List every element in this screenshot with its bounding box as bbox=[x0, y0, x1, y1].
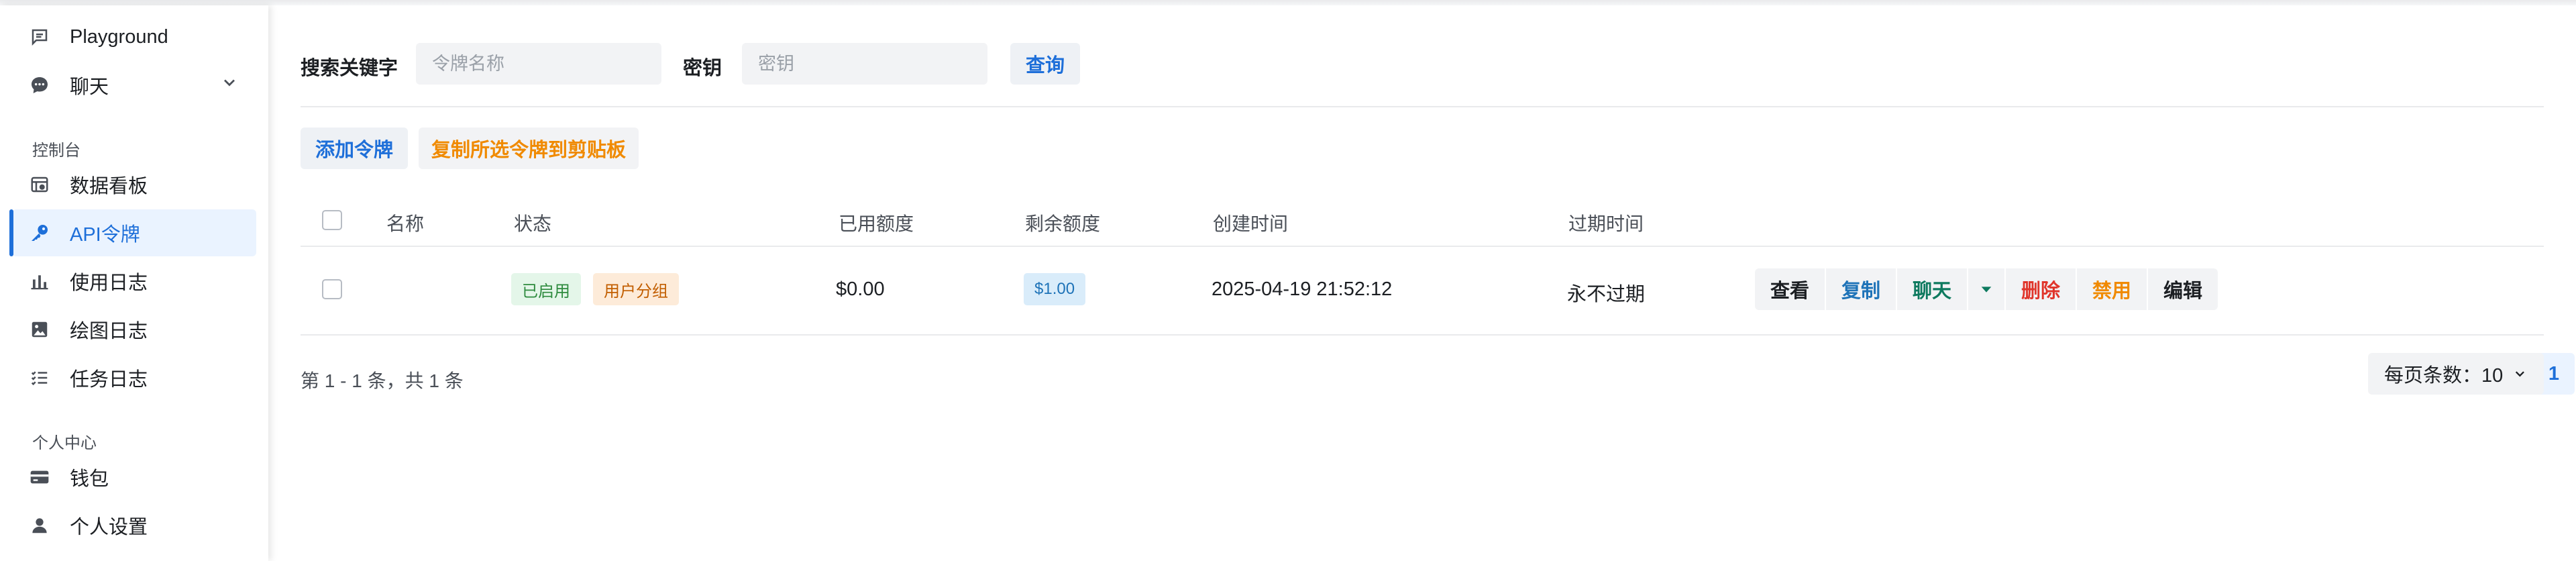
sidebar-item-settings[interactable]: 个人设置 bbox=[12, 502, 256, 549]
expire-time-value: 永不过期 bbox=[1567, 284, 1646, 305]
dashboard-icon bbox=[28, 173, 51, 196]
copy-button[interactable]: 复制 bbox=[1826, 268, 1896, 310]
task-list-icon bbox=[28, 366, 51, 389]
keyword-label: 搜索关键字 bbox=[301, 58, 398, 79]
page-size-select[interactable]: 每页条数：10 bbox=[2368, 353, 2544, 395]
sidebar-item-label: 任务日志 bbox=[70, 369, 148, 391]
group-badge: 用户分组 bbox=[593, 273, 679, 305]
key-icon bbox=[28, 221, 51, 244]
chevron-down-icon bbox=[2516, 371, 2525, 377]
top-shadow-bar bbox=[0, 0, 2576, 5]
sidebar: Playground 聊天 控制台 数据看板 API令牌 使用日志 绘图日志 任… bbox=[0, 5, 268, 561]
chat-bubble-icon bbox=[28, 74, 51, 97]
key-label: 密钥 bbox=[683, 58, 722, 79]
page-size-label: 每页条数：10 bbox=[2384, 365, 2504, 387]
sidebar-item-label: Playground bbox=[70, 26, 168, 48]
sidebar-item-label: 钱包 bbox=[70, 468, 109, 490]
column-header-used-quota: 已用额度 bbox=[839, 213, 914, 234]
chat-button[interactable]: 聊天 bbox=[1897, 268, 1967, 310]
divider bbox=[301, 106, 2544, 107]
used-quota-value: $0.00 bbox=[836, 278, 885, 300]
sidebar-item-label: 绘图日志 bbox=[70, 321, 148, 342]
chat-dropdown-button[interactable] bbox=[1968, 268, 2004, 310]
view-button[interactable]: 查看 bbox=[1755, 268, 1825, 310]
key-search-input[interactable] bbox=[742, 43, 987, 85]
row-checkbox[interactable] bbox=[322, 279, 342, 299]
sidebar-item-task-logs[interactable]: 任务日志 bbox=[12, 354, 256, 401]
sidebar-item-playground[interactable]: Playground bbox=[12, 13, 256, 60]
disable-button[interactable]: 禁用 bbox=[2077, 268, 2147, 310]
add-token-button[interactable]: 添加令牌 bbox=[301, 128, 408, 169]
chevron-down-icon[interactable] bbox=[220, 73, 239, 97]
section-title-console: 控制台 bbox=[32, 142, 80, 160]
created-time-value: 2025-04-19 21:52:12 bbox=[1212, 278, 1393, 300]
section-title-personal: 个人中心 bbox=[32, 434, 97, 452]
token-name-search-input[interactable] bbox=[416, 43, 661, 85]
user-icon bbox=[28, 514, 51, 537]
wallet-icon bbox=[28, 466, 51, 489]
column-header-name: 名称 bbox=[386, 213, 425, 234]
status-badge: 已启用 bbox=[511, 273, 581, 305]
column-header-remaining-quota: 剩余额度 bbox=[1025, 213, 1101, 234]
select-all-checkbox[interactable] bbox=[322, 210, 342, 230]
sidebar-item-dashboard[interactable]: 数据看板 bbox=[12, 161, 256, 208]
delete-button[interactable]: 删除 bbox=[2006, 268, 2076, 310]
image-icon bbox=[28, 318, 51, 341]
table-row-divider bbox=[301, 334, 2544, 336]
sidebar-item-label: API令牌 bbox=[70, 224, 140, 246]
caret-down-icon bbox=[1981, 287, 1992, 293]
bar-chart-icon bbox=[28, 270, 51, 293]
edit-button[interactable]: 编辑 bbox=[2148, 268, 2218, 310]
column-header-status: 状态 bbox=[514, 213, 552, 234]
sidebar-item-api-tokens[interactable]: API令牌 bbox=[9, 209, 256, 256]
sidebar-item-label: 个人设置 bbox=[70, 517, 148, 538]
message-square-icon bbox=[28, 26, 51, 48]
table-header-divider bbox=[301, 246, 2544, 247]
sidebar-item-wallet[interactable]: 钱包 bbox=[12, 454, 256, 501]
sidebar-item-drawing-logs[interactable]: 绘图日志 bbox=[12, 306, 256, 353]
column-header-expire-time: 过期时间 bbox=[1568, 213, 1644, 234]
query-button[interactable]: 查询 bbox=[1010, 43, 1080, 85]
remaining-quota-badge: $1.00 bbox=[1024, 273, 1086, 305]
sidebar-item-label: 聊天 bbox=[70, 76, 109, 98]
pagination-summary: 第 1 - 1 条，共 1 条 bbox=[301, 370, 464, 391]
main-content: 搜索关键字 密钥 查询 添加令牌 复制所选令牌到剪贴板 名称 状态 已用额度 剩… bbox=[268, 5, 2576, 561]
copy-selected-tokens-button[interactable]: 复制所选令牌到剪贴板 bbox=[419, 128, 639, 169]
column-header-created-time: 创建时间 bbox=[1213, 213, 1289, 234]
sidebar-item-usage-logs[interactable]: 使用日志 bbox=[12, 258, 256, 305]
sidebar-item-label: 使用日志 bbox=[70, 272, 148, 294]
sidebar-item-chat[interactable]: 聊天 bbox=[12, 62, 256, 109]
sidebar-item-label: 数据看板 bbox=[70, 176, 148, 197]
